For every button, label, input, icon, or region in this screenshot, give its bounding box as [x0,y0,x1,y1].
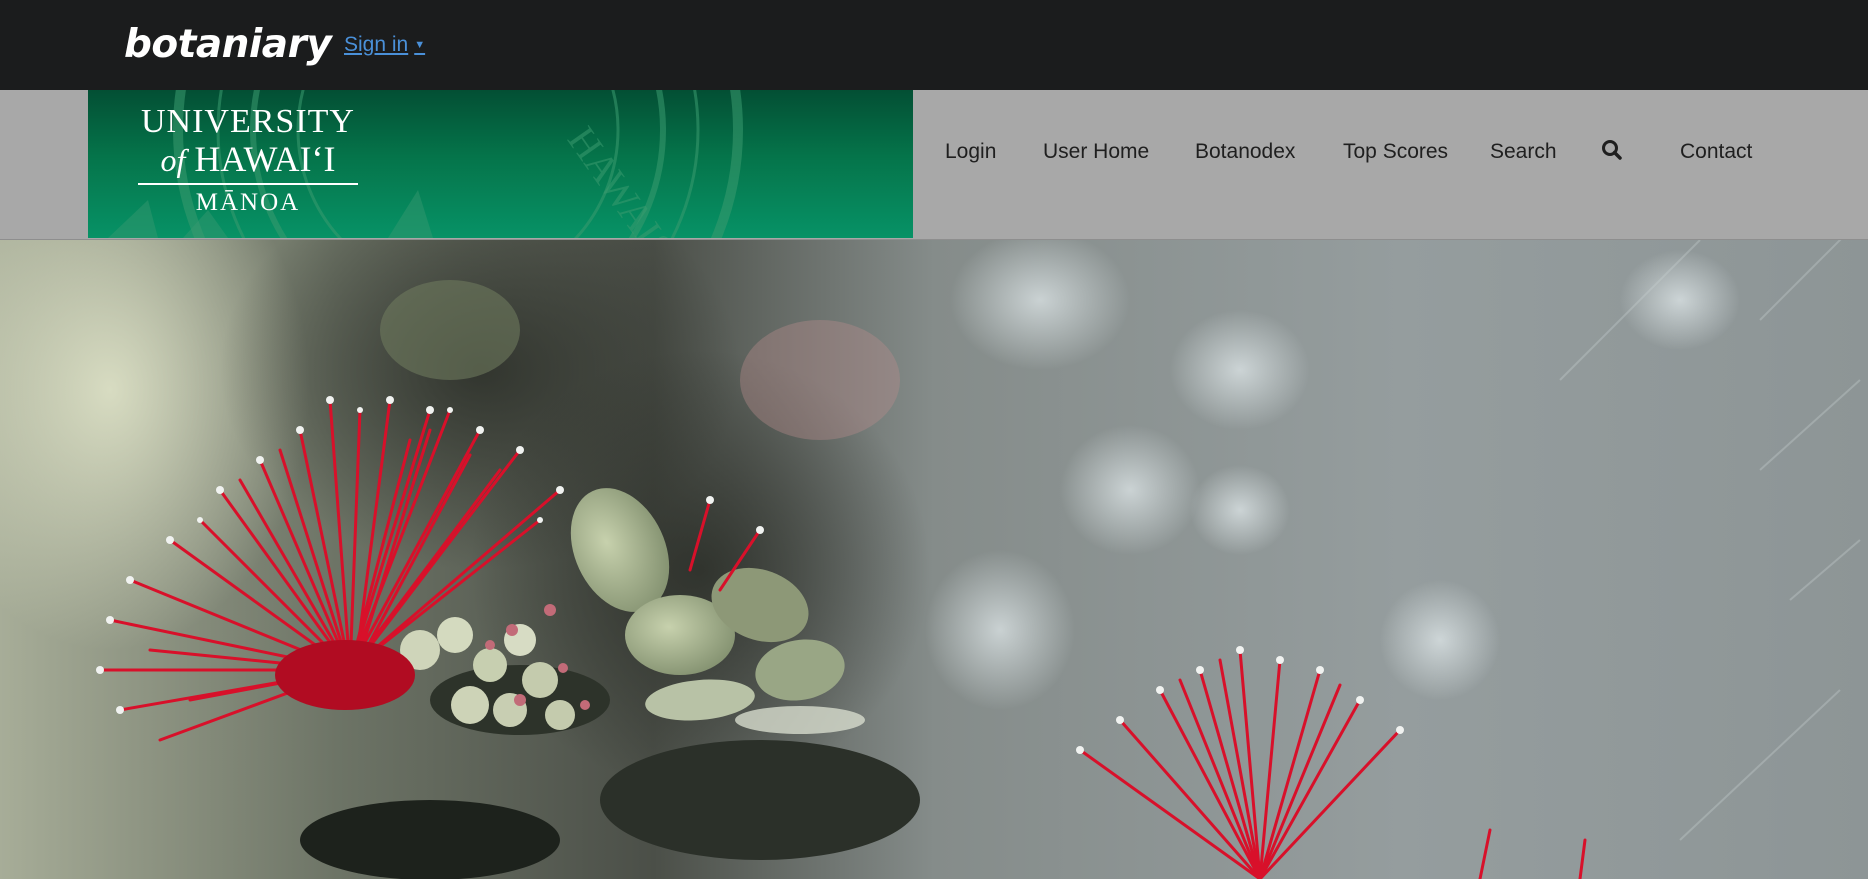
top-bar: botaniary Sign in ▼ [0,0,1868,90]
logo-of: of [160,142,186,178]
nav-login[interactable]: Login [945,139,996,165]
sign-in-dropdown[interactable]: Sign in ▼ [344,32,425,58]
nav-user-home[interactable]: User Home [1043,139,1149,165]
hero-image [0,240,1868,879]
nav-top-scores[interactable]: Top Scores [1343,139,1448,165]
seal-text: HAWAI‘I [559,118,686,238]
uh-logo: UNIVERSITY of HAWAI‘I MĀNOA [128,104,368,217]
nav-botanodex[interactable]: Botanodex [1195,139,1295,165]
caret-down-icon: ▼ [414,39,426,51]
logo-rule [138,183,358,185]
brand-logo[interactable]: botaniary [124,20,332,70]
logo-manoa: MĀNOA [195,189,301,216]
nav-contact[interactable]: Contact [1680,139,1752,165]
logo-of-hawaii: of HAWAI‘I [128,140,368,179]
logo-hawaii: HAWAI‘I [194,139,336,179]
sign-in-label[interactable]: Sign in [344,33,408,56]
search-icon[interactable] [1600,138,1624,162]
ohia-lehua-photo [0,240,1868,879]
logo-university: UNIVERSITY [141,103,355,140]
uh-manoa-banner[interactable]: HAWAI‘I UNIVERSITY of HAWAI‘I MĀNOA [88,90,913,238]
nav-search[interactable]: Search [1490,139,1557,165]
nav-header: HAWAI‘I UNIVERSITY of HAWAI‘I MĀNOA Logi… [0,90,1868,240]
